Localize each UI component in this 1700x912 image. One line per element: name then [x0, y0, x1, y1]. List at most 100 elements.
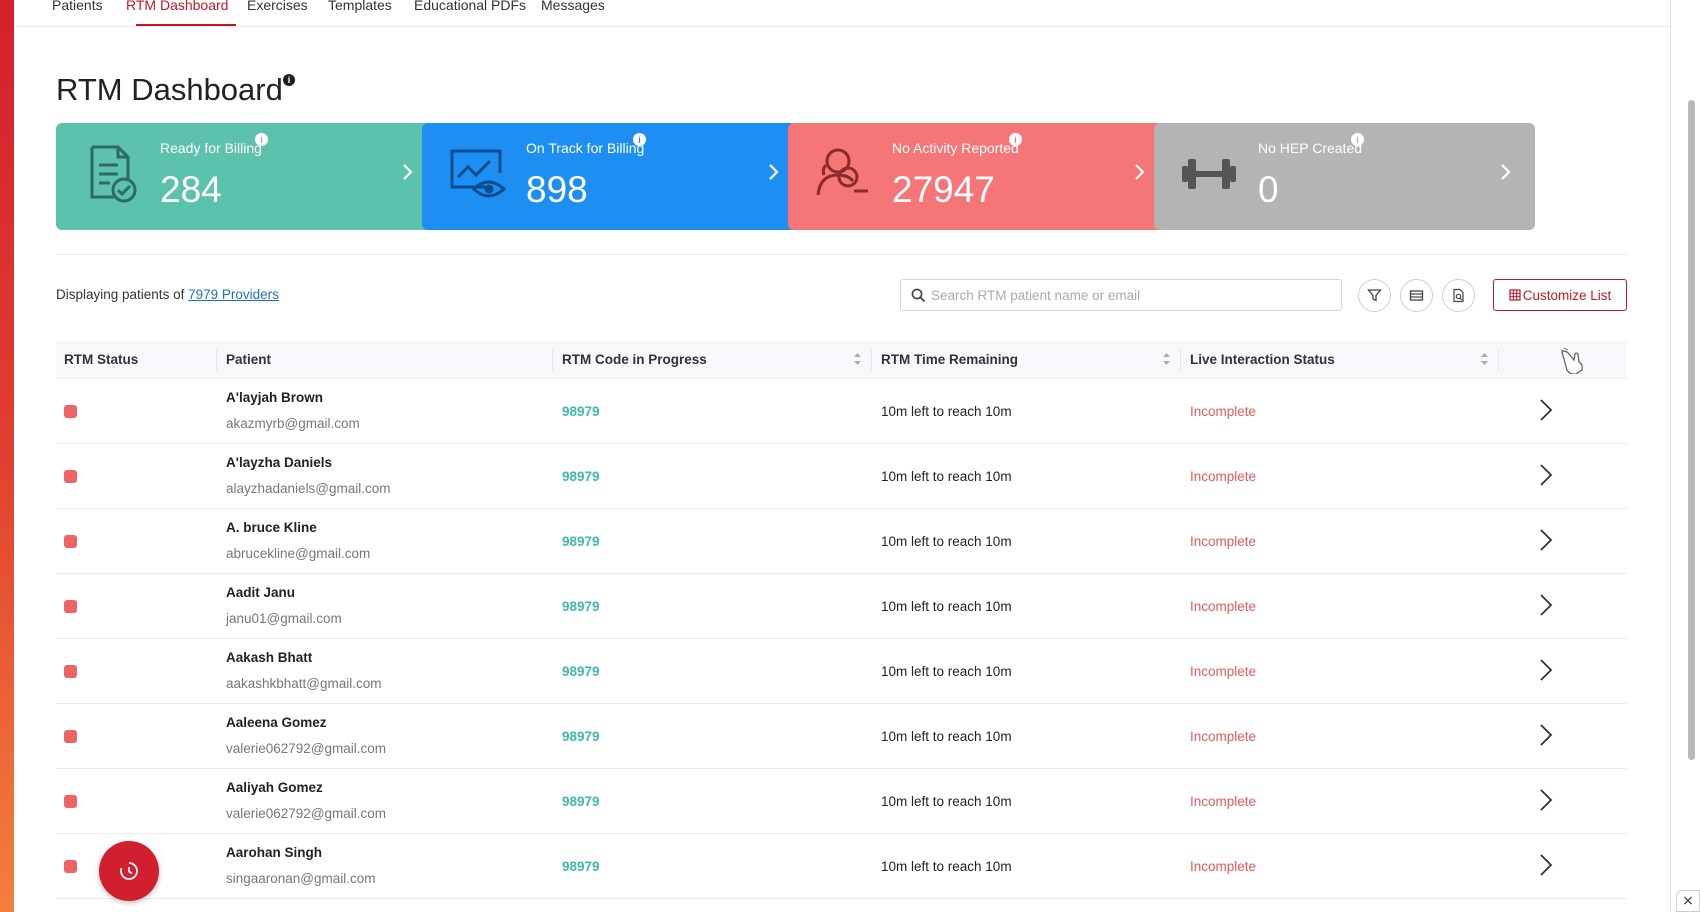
rtm-status-indicator — [64, 730, 77, 743]
column-separator — [1180, 349, 1181, 371]
rtm-time-remaining: 10m left to reach 10m — [881, 859, 1012, 874]
column-rtm-time[interactable]: RTM Time Remaining — [881, 352, 1018, 367]
live-interaction-status: Incomplete — [1190, 664, 1257, 679]
filter-button[interactable] — [1358, 279, 1391, 312]
chevron-right-icon[interactable] — [1536, 657, 1556, 683]
scrollbar-track[interactable] — [1670, 0, 1700, 912]
patient-email: valerie062792@gmail.com — [226, 741, 387, 756]
patient-email: janu01@gmail.com — [226, 611, 342, 626]
chevron-right-icon[interactable] — [1536, 852, 1556, 878]
patient-email: alayzhadaniels@gmail.com — [226, 481, 391, 496]
chevron-right-icon[interactable] — [1536, 397, 1556, 423]
rtm-time-remaining: 10m left to reach 10m — [881, 404, 1012, 419]
billing-check-icon — [90, 145, 137, 203]
chevron-right-icon — [403, 164, 413, 180]
tab-educational-pdfs[interactable]: Educational PDFs — [414, 0, 526, 13]
chevron-right-icon[interactable] — [1536, 722, 1556, 748]
info-icon[interactable]: i — [1009, 133, 1022, 146]
live-interaction-status: Incomplete — [1190, 794, 1257, 809]
page-title: RTM Dashboard — [56, 72, 283, 107]
rtm-status-indicator — [64, 535, 77, 548]
rtm-code: 98979 — [562, 859, 600, 874]
patient-email: aakashkbhatt@gmail.com — [226, 676, 382, 691]
rtm-status-indicator — [64, 600, 77, 613]
column-separator — [1498, 349, 1499, 371]
chevron-right-icon[interactable] — [1536, 787, 1556, 813]
rtm-code: 98979 — [562, 664, 600, 679]
card-ready-for-billing[interactable]: Ready for Billing i 284 — [56, 123, 437, 230]
table-header: RTM Status Patient RTM Code in Progress … — [56, 341, 1627, 379]
table-row[interactable]: A'layzha Daniels alayzhadaniels@gmail.co… — [56, 444, 1627, 509]
patient-name: Aaliyah Gomez — [226, 780, 323, 795]
search-input[interactable] — [931, 281, 1331, 309]
card-on-track-for-billing[interactable]: On Track for Billing i 898 — [422, 123, 803, 230]
customize-list-button[interactable]: Customize List — [1493, 279, 1627, 311]
scrollbar-thumb[interactable] — [1688, 100, 1695, 760]
patient-email: singaaronan@gmail.com — [226, 871, 376, 886]
rtm-time-remaining: 10m left to reach 10m — [881, 664, 1012, 679]
info-icon[interactable]: i — [633, 133, 646, 146]
rtm-status-indicator — [64, 860, 77, 873]
tab-rtm-dashboard[interactable]: RTM Dashboard — [126, 0, 228, 13]
rtm-code: 98979 — [562, 729, 600, 744]
rtm-time-remaining: 10m left to reach 10m — [881, 729, 1012, 744]
tab-exercises[interactable]: Exercises — [247, 0, 308, 13]
rtm-status-indicator — [64, 405, 77, 418]
table-row[interactable]: A. bruce Kline abrucekline@gmail.com 989… — [56, 509, 1627, 574]
card-no-hep-created[interactable]: No HEP Created i 0 — [1154, 123, 1535, 230]
card-label: On Track for Billing — [526, 140, 645, 156]
info-icon[interactable]: i — [255, 133, 268, 146]
table-row[interactable]: Aaliyah Gomez valerie062792@gmail.com 98… — [56, 769, 1627, 834]
sort-icon[interactable] — [853, 351, 862, 367]
column-rtm-code[interactable]: RTM Code in Progress — [562, 352, 707, 367]
list-layout-icon — [1409, 290, 1424, 301]
patient-name: Aarohan Singh — [226, 845, 323, 860]
info-icon[interactable]: i — [283, 74, 295, 86]
customize-list-label: Customize List — [1522, 287, 1612, 303]
chevron-right-icon[interactable] — [1536, 462, 1556, 488]
providers-summary: Displaying patients of 7979 Providers — [56, 287, 279, 302]
column-separator — [216, 349, 217, 371]
sort-icon[interactable] — [1480, 351, 1489, 367]
live-interaction-status: Incomplete — [1190, 469, 1257, 484]
rtm-code: 98979 — [562, 794, 600, 809]
card-no-activity-reported[interactable]: No Activity Reported i 27947 — [788, 123, 1169, 230]
table-row[interactable]: Aarohan Singh singaaronan@gmail.com 9897… — [56, 834, 1627, 899]
sort-icon[interactable] — [1162, 351, 1171, 367]
rtm-status-indicator — [64, 665, 77, 678]
divider — [56, 254, 1627, 255]
table-row[interactable]: Aakash Bhatt aakashkbhatt@gmail.com 9897… — [56, 639, 1627, 704]
live-interaction-status: Incomplete — [1190, 599, 1257, 614]
chevron-right-icon[interactable] — [1536, 592, 1556, 618]
dumbbell-icon — [1182, 159, 1236, 189]
patient-name: Aakash Bhatt — [226, 650, 313, 665]
rtm-time-remaining: 10m left to reach 10m — [881, 794, 1012, 809]
live-interaction-status: Incomplete — [1190, 859, 1257, 874]
timer-fab-button[interactable] — [99, 841, 159, 901]
live-interaction-status: Incomplete — [1190, 729, 1257, 744]
table-row[interactable]: Aadit Janu janu01@gmail.com 98979 10m le… — [56, 574, 1627, 639]
table-row[interactable]: A'layjah Brown akazmyrb@gmail.com 98979 … — [56, 379, 1627, 444]
app-window: Patients RTM Dashboard Exercises Templat… — [14, 0, 1670, 912]
card-value: 0 — [1258, 169, 1279, 210]
tab-templates[interactable]: Templates — [328, 0, 392, 13]
document-search-icon — [1453, 288, 1464, 303]
patient-name: A'layzha Daniels — [226, 455, 333, 470]
close-icon[interactable]: × — [1676, 890, 1700, 912]
export-report-button[interactable] — [1442, 279, 1475, 312]
column-separator — [871, 349, 872, 371]
table-row[interactable]: Aaleena Gomez valerie062792@gmail.com 98… — [56, 704, 1627, 769]
providers-link[interactable]: 7979 Providers — [188, 287, 279, 302]
tab-messages[interactable]: Messages — [541, 0, 605, 13]
chevron-right-icon — [769, 164, 779, 180]
patient-name: A'layjah Brown — [226, 390, 323, 405]
tab-patients[interactable]: Patients — [52, 0, 103, 13]
rtm-status-indicator — [64, 795, 77, 808]
rtm-time-remaining: 10m left to reach 10m — [881, 469, 1012, 484]
info-icon[interactable]: i — [1351, 133, 1364, 146]
chevron-right-icon[interactable] — [1536, 527, 1556, 553]
column-live-interaction[interactable]: Live Interaction Status — [1190, 352, 1335, 367]
columns-button[interactable] — [1400, 279, 1433, 312]
rtm-time-remaining: 10m left to reach 10m — [881, 599, 1012, 614]
column-rtm-status: RTM Status — [64, 352, 139, 367]
